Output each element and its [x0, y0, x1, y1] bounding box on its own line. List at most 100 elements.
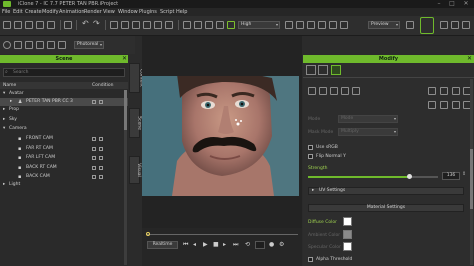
go-start-icon[interactable]: ⏮ — [183, 241, 188, 249]
material-preset-icon[interactable] — [308, 87, 316, 95]
texture-edit-icon[interactable] — [428, 87, 436, 95]
strength-value-field[interactable]: 136 — [442, 172, 460, 180]
light-toggle-icon[interactable] — [318, 21, 326, 29]
menu-animation[interactable]: Animation — [59, 9, 85, 15]
visibility-icon[interactable] — [92, 100, 96, 104]
timeline-playhead[interactable] — [146, 232, 150, 236]
redo-icon[interactable]: ↷ — [93, 19, 100, 28]
texture-slot-icon[interactable] — [452, 101, 460, 109]
zoom-icon[interactable] — [216, 21, 224, 29]
tree-row-back-cam[interactable]: ▪ BACK CAM — [0, 173, 128, 181]
go-end-icon[interactable]: ⏭ — [233, 241, 238, 249]
tree-row-sky[interactable]: ▸ Sky — [0, 116, 128, 124]
orbit-icon[interactable] — [205, 21, 213, 29]
open-project-icon[interactable] — [14, 21, 22, 29]
menu-help[interactable]: Help — [176, 9, 187, 15]
strength-slider-knob[interactable] — [406, 174, 412, 179]
timeline-track[interactable] — [146, 234, 298, 235]
visibility-icon[interactable] — [92, 147, 96, 151]
scale-tool-icon[interactable] — [143, 21, 151, 29]
material-paste-icon[interactable] — [330, 87, 338, 95]
material-settings-section[interactable]: Material Settings — [308, 204, 464, 212]
menu-create[interactable]: Create — [25, 9, 42, 15]
ambient-color-swatch[interactable] — [343, 230, 352, 239]
modify-close-button[interactable]: ✕ — [465, 55, 474, 63]
visibility-icon[interactable] — [92, 175, 96, 179]
sliders-tab-icon[interactable] — [306, 65, 316, 75]
prev-frame-icon[interactable]: ◂ — [193, 241, 196, 248]
scene-close-button[interactable]: ✕ — [121, 55, 128, 63]
visibility-icon[interactable] — [92, 156, 96, 160]
flip-normal-checkbox[interactable] — [308, 154, 313, 159]
fullscreen-icon[interactable] — [340, 21, 348, 29]
camera-orbit-icon[interactable] — [14, 41, 22, 49]
import-icon[interactable] — [36, 21, 44, 29]
menu-file[interactable]: File — [2, 9, 10, 15]
strength-slider[interactable] — [308, 174, 438, 179]
camera-zoom-icon[interactable] — [47, 41, 55, 49]
world-axis-icon[interactable] — [154, 21, 162, 29]
user-icon[interactable] — [451, 21, 459, 29]
camera-select[interactable]: Photoreal — [74, 41, 104, 49]
visibility-icon[interactable] — [92, 166, 96, 170]
pan-icon[interactable] — [194, 21, 202, 29]
lock-icon[interactable] — [99, 156, 103, 160]
scene-scrollbar-thumb[interactable] — [124, 90, 127, 130]
shadow-toggle-icon[interactable] — [329, 21, 337, 29]
maximize-button[interactable]: □ — [446, 0, 458, 8]
tab-content[interactable]: Content — [129, 63, 143, 93]
render-settings-icon[interactable] — [406, 21, 414, 29]
tree-row-front-cam[interactable]: ▪ FRONT CAM — [0, 135, 128, 143]
help-icon[interactable] — [462, 21, 470, 29]
tree-row-avatar[interactable]: ▾ Avatar — [0, 90, 128, 98]
scene-search-input[interactable]: ⌕ Search — [3, 68, 125, 77]
next-frame-icon[interactable]: ▸ — [223, 241, 226, 248]
minimize-button[interactable]: – — [433, 0, 445, 8]
close-window-button[interactable]: ✕ — [460, 0, 472, 8]
rotate-tool-icon[interactable] — [132, 21, 140, 29]
tree-row-prop[interactable]: ▸ Prop — [0, 106, 128, 114]
realtime-select[interactable]: Realtime — [147, 241, 178, 249]
select-tool-icon[interactable] — [110, 21, 118, 29]
material-reset-icon[interactable] — [341, 87, 349, 95]
motion-tab-icon[interactable] — [318, 65, 328, 75]
camera-dolly-icon[interactable] — [36, 41, 44, 49]
menu-modify[interactable]: Modify — [42, 9, 59, 15]
new-project-icon[interactable] — [3, 21, 11, 29]
record-icon[interactable]: ● — [269, 241, 274, 248]
stop-icon[interactable]: ■ — [213, 241, 219, 248]
grid-toggle-icon[interactable] — [285, 21, 293, 29]
shading-icon[interactable] — [307, 21, 315, 29]
modify-scrollbar[interactable] — [470, 79, 473, 265]
lock-icon[interactable] — [99, 147, 103, 151]
camera-reset-icon[interactable] — [58, 41, 66, 49]
lock-icon[interactable] — [99, 166, 103, 170]
view-camera-icon[interactable] — [3, 41, 11, 49]
texture-slot-icon[interactable] — [428, 101, 436, 109]
cut-icon[interactable] — [64, 21, 72, 29]
ai-assist-icon[interactable] — [420, 17, 434, 34]
camera-pan-icon[interactable] — [25, 41, 33, 49]
material-load-icon[interactable] — [352, 87, 360, 95]
move-tool-icon[interactable] — [121, 21, 129, 29]
preview-select[interactable]: Preview — [368, 21, 400, 29]
viewport-render[interactable] — [142, 76, 299, 196]
quality-select[interactable]: High — [238, 21, 280, 29]
undo-icon[interactable]: ↶ — [82, 19, 89, 28]
diffuse-color-swatch[interactable] — [343, 217, 352, 226]
tree-row-peter-tan[interactable]: ▸ ♟ PETER TAN PBR CC 3 — [0, 98, 128, 106]
texture-save-icon[interactable] — [452, 87, 460, 95]
loop-icon[interactable]: ⟲ — [245, 241, 250, 248]
alpha-threshold-checkbox[interactable] — [308, 257, 313, 262]
tab-visual[interactable]: Visual — [129, 156, 141, 184]
material-copy-icon[interactable] — [319, 87, 327, 95]
material-tab-icon[interactable] — [331, 65, 341, 75]
menu-window[interactable]: Window — [118, 9, 138, 15]
camera-fit-icon[interactable] — [183, 21, 191, 29]
modify-scrollbar-thumb[interactable] — [470, 149, 473, 209]
use-srgb-checkbox[interactable] — [308, 145, 313, 150]
menu-view[interactable]: View — [103, 9, 115, 15]
visibility-icon[interactable] — [92, 137, 96, 141]
tree-row-light[interactable]: ▸ Light — [0, 181, 128, 189]
menu-plugins[interactable]: Plugins — [139, 9, 157, 15]
